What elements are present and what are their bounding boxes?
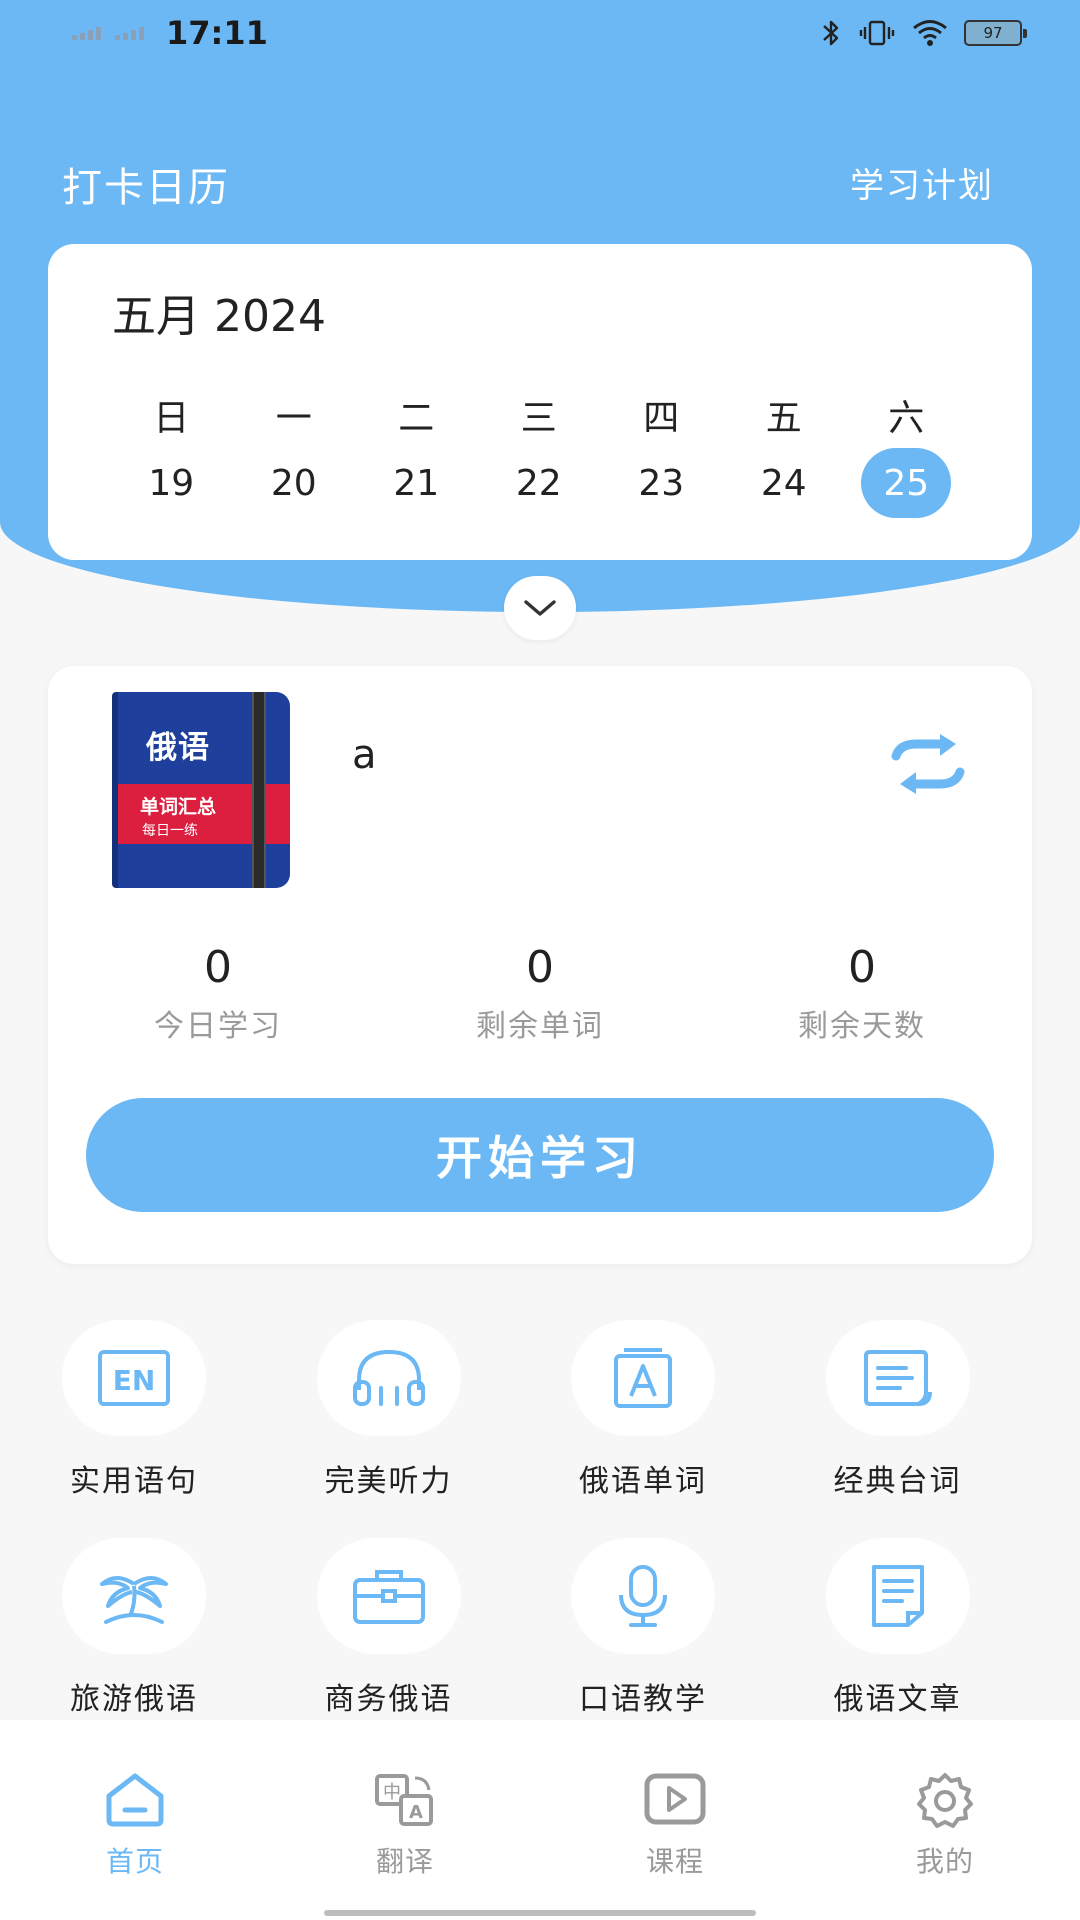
feature-label: 口语教学 (579, 1682, 707, 1717)
calendar-weekdays: 日 一 二 三 四 五 六 (110, 380, 968, 450)
feature-practical-sentences[interactable]: EN 实用语句 (62, 1320, 317, 1500)
feature-label: 商务俄语 (324, 1682, 453, 1717)
calendar-card: 五月 2024 日 一 二 三 四 五 六 19 20 21 22 23 24 … (48, 244, 1032, 560)
feature-label: 俄语文章 (833, 1682, 962, 1717)
stat-label: 剩余单词 (476, 1009, 604, 1044)
calendar-day[interactable]: 23 (600, 448, 723, 518)
weekday-label: 五 (765, 398, 802, 439)
wifi-icon (912, 19, 948, 47)
svg-text:中: 中 (383, 1782, 401, 1803)
stat-label: 今日学习 (154, 1009, 282, 1044)
page-title: 打卡日历 (62, 165, 230, 211)
feature-classic-lines[interactable]: 经典台词 (825, 1320, 1080, 1500)
headphones-icon (352, 1349, 425, 1406)
briefcase-icon (352, 1570, 425, 1624)
nav-courses[interactable]: 课程 (540, 1720, 810, 1920)
signal-icon (72, 26, 101, 40)
en-icon: EN (98, 1350, 170, 1406)
book-cover-tagline: 每日一练 (142, 823, 198, 839)
stat-remaining-days: 0 剩余天数 (722, 942, 1002, 1045)
book-strap (252, 692, 266, 888)
stat-today-study: 0 今日学习 (78, 942, 358, 1045)
stat-value: 0 (526, 942, 554, 993)
weekday-label: 三 (520, 398, 557, 439)
battery-level: 97 (983, 24, 1003, 42)
swap-book-button[interactable] (890, 732, 966, 796)
study-stats: 0 今日学习 0 剩余单词 0 剩余天数 (48, 942, 1032, 1045)
video-play-icon (644, 1773, 706, 1825)
start-study-button[interactable]: 开始学习 (86, 1098, 994, 1212)
stat-label: 剩余天数 (798, 1009, 926, 1044)
document-icon (871, 1565, 924, 1627)
weekday-label: 日 (153, 398, 190, 439)
feature-label: 旅游俄语 (70, 1682, 198, 1717)
nav-home[interactable]: 首页 (0, 1720, 270, 1920)
book-cover-subtitle: 单词汇总 (140, 796, 217, 818)
selected-day-label: 25 (861, 448, 952, 518)
swap-arrows-icon (891, 734, 965, 794)
nav-label: 课程 (645, 1845, 704, 1878)
stat-value: 0 (204, 942, 232, 993)
palm-island-icon (100, 1576, 168, 1624)
feature-listening[interactable]: 完美听力 (316, 1320, 572, 1500)
feature-travel-russian[interactable]: 旅游俄语 (62, 1538, 317, 1718)
expand-calendar-button[interactable] (504, 576, 576, 640)
calendar-day[interactable]: 21 (355, 448, 478, 518)
calendar-day-selected[interactable]: 25 (845, 448, 968, 518)
weekday-label: 一 (275, 398, 312, 439)
signal-icon (115, 26, 144, 40)
bluetooth-icon (820, 18, 842, 48)
svg-text:A: A (409, 1802, 423, 1823)
weekday-label: 六 (888, 398, 925, 439)
nav-translate[interactable]: 中 A 翻译 (270, 1720, 540, 1920)
battery-icon: 97 (964, 20, 1027, 46)
feature-grid: EN 实用语句 完美听力 俄语单词 经典台词 旅游俄语 商务俄语 口语教学 俄语… (0, 1320, 1080, 1756)
calendar-day[interactable]: 20 (233, 448, 356, 518)
calendar-month: 五月 2024 (112, 291, 326, 342)
calendar-day[interactable]: 19 (110, 448, 233, 518)
home-indicator[interactable] (324, 1910, 756, 1916)
status-time: 17:11 (166, 14, 268, 52)
bottom-nav: 首页 中 A 翻译 课程 我的 (0, 1720, 1080, 1920)
vibrate-icon (858, 18, 896, 48)
word-card-icon (614, 1348, 672, 1408)
weekday-label: 二 (398, 398, 435, 439)
feature-label: 实用语句 (70, 1464, 198, 1499)
feature-label: 俄语单词 (579, 1464, 707, 1499)
chevron-down-icon (524, 600, 556, 616)
weekday-label: 四 (643, 398, 680, 439)
nav-label: 翻译 (375, 1845, 434, 1878)
book-cover-title: 俄语 (146, 730, 210, 766)
study-plan-link[interactable]: 学习计划 (850, 158, 994, 207)
feature-business-russian[interactable]: 商务俄语 (316, 1538, 572, 1718)
gear-icon (917, 1773, 973, 1828)
translate-icon: 中 A (375, 1774, 433, 1826)
book-name: a (352, 732, 377, 778)
stat-remaining-words: 0 剩余单词 (400, 942, 680, 1045)
feature-oral-teaching[interactable]: 口语教学 (571, 1538, 826, 1718)
status-bar: 17:11 97 (0, 0, 1080, 66)
feature-russian-words[interactable]: 俄语单词 (571, 1320, 826, 1500)
script-icon (863, 1350, 932, 1406)
stat-value: 0 (848, 942, 876, 993)
calendar-day[interactable]: 22 (478, 448, 601, 518)
feature-label: 完美听力 (324, 1464, 453, 1499)
svg-text:EN: EN (113, 1364, 156, 1397)
calendar-day[interactable]: 24 (723, 448, 846, 518)
microphone-icon (619, 1565, 667, 1627)
study-card: 俄语 单词汇总 每日一练 a 0 今日学习 0 剩余单词 0 剩余天数 开始学习 (48, 666, 1032, 1264)
nav-profile[interactable]: 我的 (810, 1720, 1080, 1920)
calendar-days: 19 20 21 22 23 24 25 (110, 448, 968, 518)
feature-label: 经典台词 (833, 1464, 962, 1499)
book-cover[interactable]: 俄语 单词汇总 每日一练 (112, 692, 290, 888)
home-icon (106, 1773, 164, 1827)
nav-label: 我的 (915, 1845, 974, 1878)
nav-label: 首页 (105, 1845, 164, 1878)
feature-russian-articles[interactable]: 俄语文章 (825, 1538, 1080, 1718)
